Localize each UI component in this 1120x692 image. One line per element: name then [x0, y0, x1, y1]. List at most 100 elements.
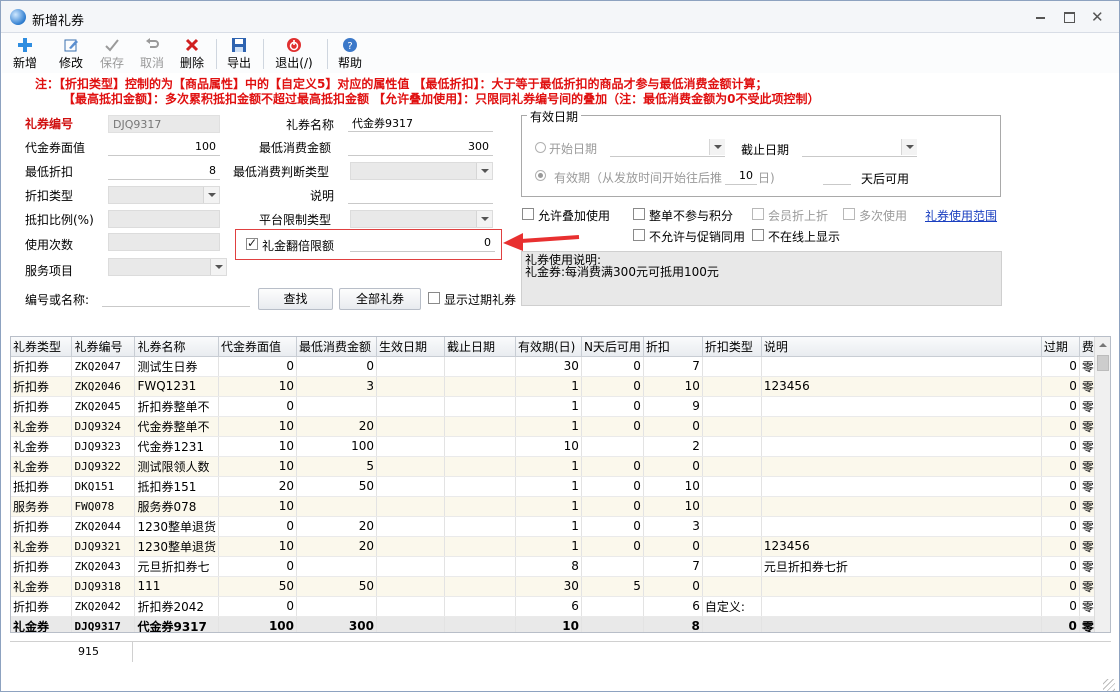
double-limit-checkbox[interactable]	[246, 236, 258, 250]
plus-icon	[18, 38, 32, 52]
table-cell: 代金券1231	[134, 436, 220, 457]
coupon-name-input[interactable]	[348, 114, 493, 132]
vertical-scrollbar[interactable]	[1094, 337, 1110, 632]
table-row[interactable]: 礼金券DJQ9322测试限领人数1051000零售	[11, 456, 1110, 477]
table-row[interactable]: 折扣券ZKQ2045折扣券整单不01090零售	[11, 396, 1110, 417]
column-header[interactable]: 礼券类型	[11, 337, 73, 357]
coupon-no-input[interactable]	[108, 115, 220, 133]
service-select[interactable]	[108, 258, 227, 276]
table-row[interactable]: 折扣券ZKQ2047测试生日券0030070零售	[11, 356, 1110, 377]
valid-period-radio[interactable]	[535, 170, 546, 181]
chevron-down-icon[interactable]	[203, 187, 219, 203]
column-header[interactable]: 礼券编号	[71, 337, 136, 357]
scroll-up-icon[interactable]	[1095, 337, 1111, 353]
main-window: 新增礼券 ✕ 新增 修改 保存 取消 删除 导出 退出(/) ? 帮助 注：【折…	[0, 0, 1120, 692]
start-date-label: 开始日期	[549, 142, 598, 156]
desc-input[interactable]	[348, 186, 493, 204]
start-date-radio[interactable]	[535, 142, 546, 153]
double-limit-input[interactable]	[350, 234, 495, 252]
deduct-ratio-input[interactable]	[108, 210, 220, 228]
double-limit-label: 礼金翻倍限额	[262, 239, 335, 253]
min-discount-input[interactable]	[108, 162, 220, 180]
minimize-icon[interactable]	[1035, 11, 1047, 23]
table-cell	[581, 596, 644, 617]
chevron-down-icon[interactable]	[476, 211, 492, 227]
search-button[interactable]: 查找	[258, 288, 333, 310]
column-header[interactable]: 说明	[761, 337, 1042, 357]
no-promo-checkbox[interactable]	[633, 229, 645, 241]
delete-button[interactable]: 删除	[177, 35, 207, 71]
scope-link[interactable]: 礼券使用范围	[925, 207, 997, 224]
allow-stack-checkbox[interactable]	[522, 208, 534, 220]
table-cell: 10	[218, 456, 297, 477]
table-cell: 10	[515, 616, 582, 632]
column-header[interactable]: 折扣类型	[702, 337, 762, 357]
platform-select[interactable]	[350, 210, 493, 228]
close-icon[interactable]: ✕	[1091, 10, 1104, 25]
min-spend-input[interactable]	[348, 138, 493, 156]
chevron-down-icon[interactable]	[210, 259, 226, 275]
edit-label: 修改	[58, 56, 83, 70]
save-button[interactable]: 保存	[97, 35, 127, 71]
end-date-select[interactable]	[802, 139, 917, 157]
resize-grip-icon[interactable]	[1103, 679, 1115, 691]
all-coupons-button[interactable]: 全部礼券	[339, 288, 421, 310]
valid-days-input[interactable]	[725, 167, 757, 185]
column-header[interactable]: 折扣	[643, 337, 703, 357]
help-button[interactable]: ? 帮助	[335, 35, 365, 71]
chevron-down-icon[interactable]	[476, 163, 492, 179]
table-cell: 抵扣券151	[134, 476, 220, 497]
column-header[interactable]: 代金券面值	[218, 337, 297, 357]
table-row[interactable]: 礼金券DJQ9323代金券1231101001020零售	[11, 436, 1110, 457]
column-header[interactable]: 生效日期	[376, 337, 445, 357]
table-row[interactable]: 礼金券DJQ93211230整单退货10201001234560零售	[11, 536, 1110, 557]
edit-button[interactable]: 修改	[54, 35, 88, 71]
column-header[interactable]: 截止日期	[444, 337, 516, 357]
export-button[interactable]: 导出	[224, 35, 254, 71]
validity-title: 有效日期	[527, 108, 582, 125]
table-row[interactable]: 折扣券ZKQ2046FWQ123110310101234560零售	[11, 376, 1110, 397]
table-cell: ZKQ2042	[71, 596, 136, 617]
usage-memo[interactable]: 礼券使用说明: 礼金券:每消费满300元可抵用100元	[521, 251, 1002, 306]
multi-use-checkbox[interactable]	[843, 208, 855, 220]
column-header[interactable]: 过期	[1041, 337, 1080, 357]
after-days-input[interactable]	[823, 167, 851, 185]
face-value-input[interactable]	[108, 138, 220, 156]
cancel-button[interactable]: 取消	[137, 35, 167, 71]
column-header[interactable]: 有效期(日)	[515, 337, 582, 357]
chevron-down-icon[interactable]	[709, 139, 725, 155]
chevron-down-icon[interactable]	[901, 139, 917, 155]
table-row[interactable]: 折扣券ZKQ2042折扣券2042066自定义:0零售	[11, 596, 1110, 617]
table-row[interactable]: 礼金券DJQ9324代金券整单不10201000零售	[11, 416, 1110, 437]
table-cell: 0	[296, 356, 377, 377]
table-cell	[376, 396, 445, 417]
table-cell	[376, 496, 445, 517]
not-online-checkbox[interactable]	[752, 229, 764, 241]
column-header[interactable]: 最低消费金额	[296, 337, 377, 357]
exit-button[interactable]: 退出(/)	[270, 35, 318, 71]
new-button[interactable]: 新增	[10, 35, 40, 71]
member-discount-checkbox[interactable]	[752, 208, 764, 220]
column-header[interactable]: 礼券名称	[134, 337, 220, 357]
table-row[interactable]: 服务券FWQ078服务券0781010100零售	[11, 496, 1110, 517]
table-cell	[296, 396, 377, 417]
scroll-thumb[interactable]	[1097, 355, 1109, 371]
table-cell	[444, 356, 516, 377]
maximize-icon[interactable]	[1063, 11, 1075, 23]
search-input[interactable]	[102, 289, 250, 307]
use-count-input[interactable]	[108, 233, 220, 251]
column-header[interactable]: N天后可用	[581, 337, 644, 357]
table-row[interactable]: 礼金券DJQ9318111505030500零售	[11, 576, 1110, 597]
table-row[interactable]: 折扣券ZKQ2043元旦折扣券七087元旦折扣券七折0零售	[11, 556, 1110, 577]
table-row[interactable]: 礼金券DJQ9317代金券93171003001080零售	[11, 616, 1110, 632]
min-spend-type-select[interactable]	[350, 162, 493, 180]
table-row[interactable]: 抵扣券DKQ151抵扣券151205010100零售	[11, 476, 1110, 497]
no-points-checkbox[interactable]	[633, 208, 645, 220]
table-cell	[444, 496, 516, 517]
table-cell: 0	[1041, 576, 1080, 597]
start-date-select[interactable]	[610, 139, 725, 157]
table-row[interactable]: 折扣券ZKQ20441230整单退货0201030零售	[11, 516, 1110, 537]
discount-type-select[interactable]	[108, 186, 220, 204]
show-expired-checkbox[interactable]	[428, 292, 440, 304]
coupon-table[interactable]: 礼券类型 礼券编号 礼券名称 代金券面值 最低消费金额 生效日期 截止日期 有效期(日) N天后…	[10, 336, 1111, 633]
